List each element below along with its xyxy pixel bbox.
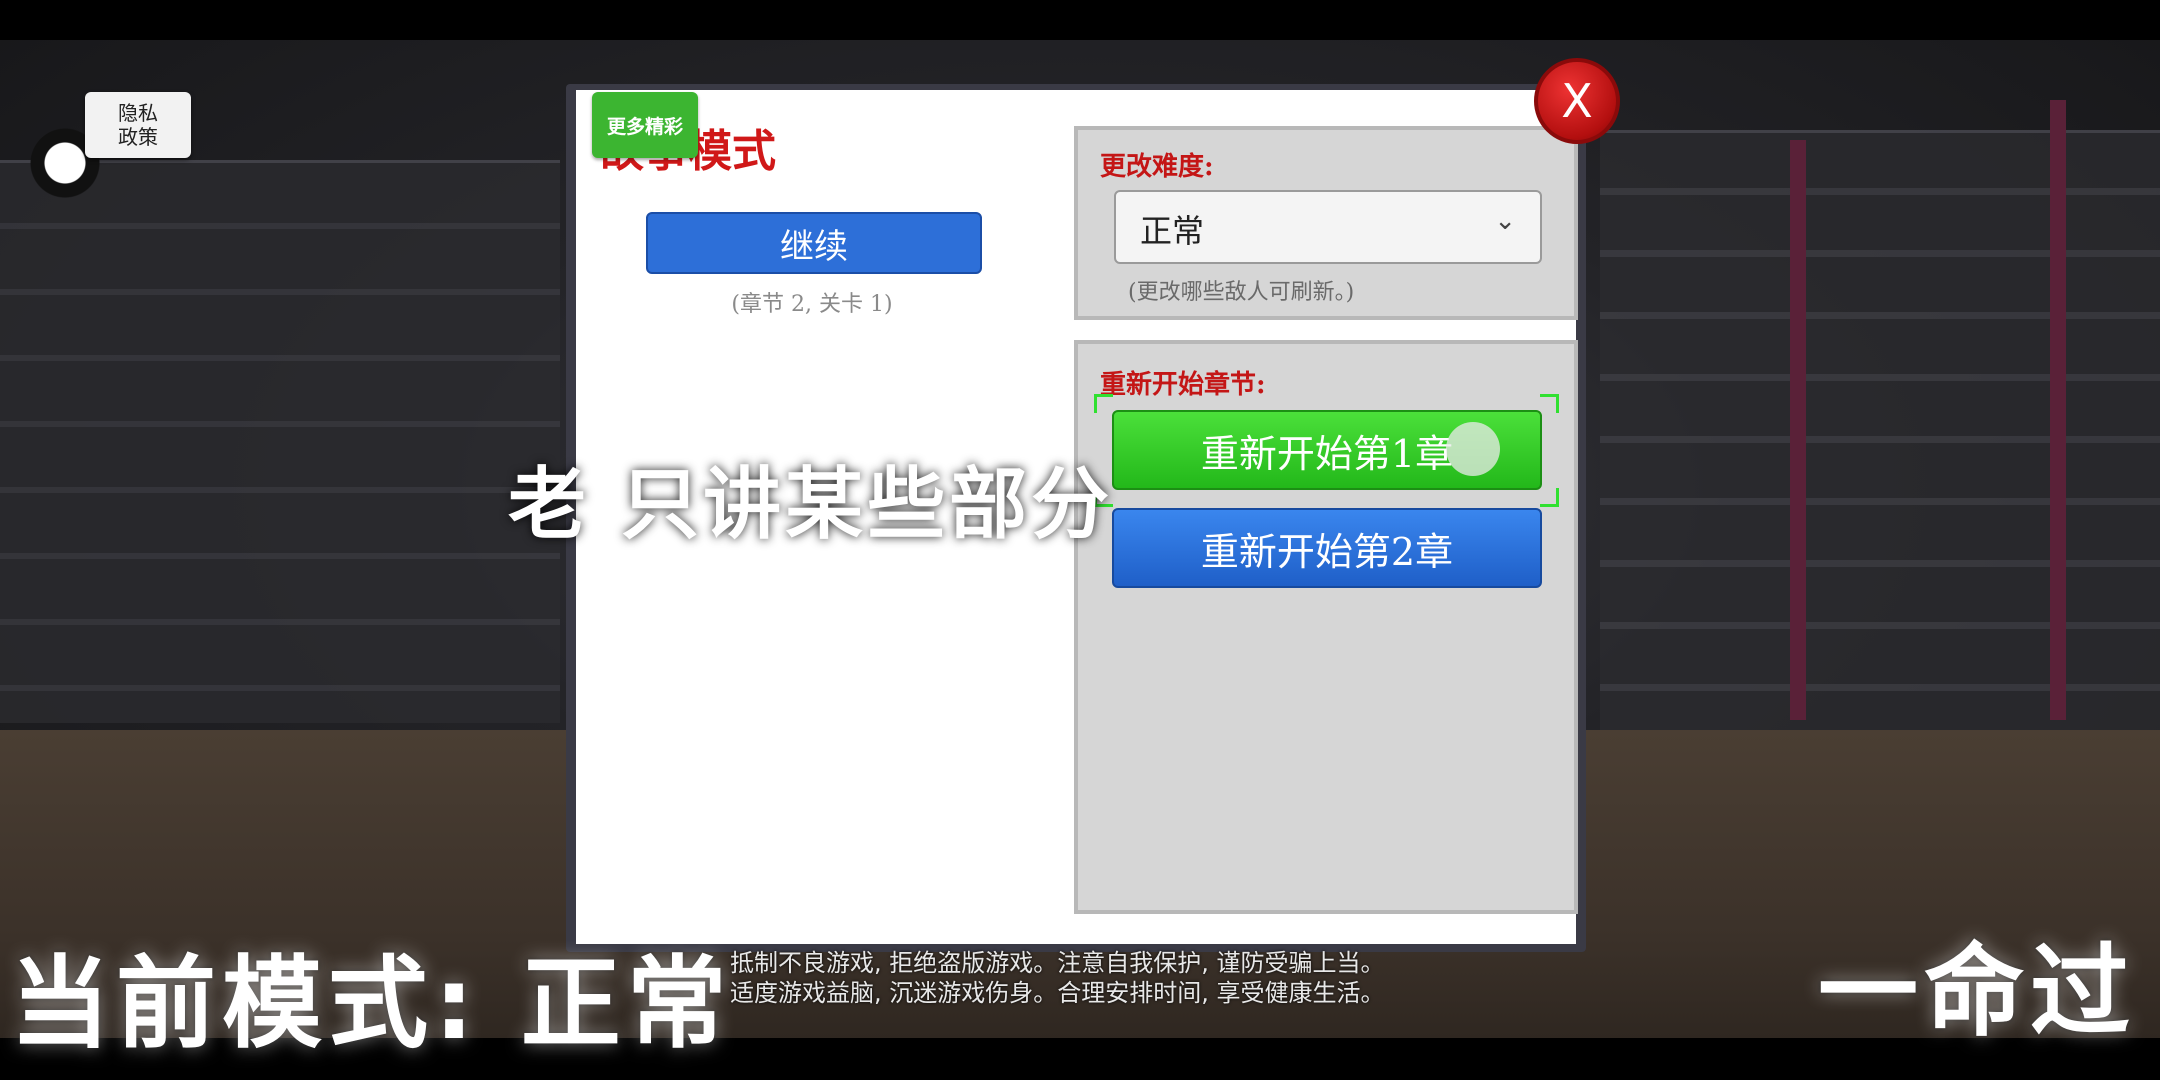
more-games-button[interactable]: 更多精彩: [592, 92, 698, 158]
progress-note: (章节 2, 关卡 1): [731, 292, 893, 317]
chevron-down-icon: ⌄: [1494, 206, 1516, 236]
left-shelves: [0, 160, 560, 723]
continue-button[interactable]: 继续: [646, 212, 982, 274]
difficulty-label: 更改难度:: [1100, 152, 1214, 182]
selection-corner: [1094, 394, 1113, 413]
right-shelves: [1600, 130, 2160, 733]
notice-line-2: 适度游戏益脑, 沉迷游戏伤身。合理安排时间, 享受健康生活。: [730, 979, 1385, 1007]
touch-indicator: [1446, 422, 1500, 476]
selection-corner: [1540, 488, 1559, 507]
privacy-label-line2: 政策: [118, 125, 158, 149]
privacy-label-line1: 隐私: [118, 101, 158, 125]
video-subtitle: 老 只讲某些部分: [508, 460, 1114, 550]
pillar: [2050, 100, 2066, 720]
difficulty-value: 正常: [1140, 212, 1205, 250]
difficulty-note: (更改哪些敌人可刷新。): [1128, 280, 1355, 305]
restart-chapter-2-button[interactable]: 重新开始第2章: [1112, 508, 1542, 588]
close-button[interactable]: X: [1534, 58, 1620, 144]
letterbox-top: [0, 0, 2160, 40]
difficulty-select[interactable]: 正常 ⌄: [1114, 190, 1542, 264]
pillar: [1790, 140, 1806, 720]
notice-line-1: 抵制不良游戏, 拒绝盗版游戏。注意自我保护, 谨防受骗上当。: [730, 949, 1385, 977]
current-mode-caption: 当前模式: 正常: [10, 945, 733, 1062]
privacy-policy-button[interactable]: 隐私 政策: [85, 92, 191, 158]
health-notice: 抵制不良游戏, 拒绝盗版游戏。注意自我保护, 谨防受骗上当。 适度游戏益脑, 沉…: [730, 948, 1385, 1008]
one-life-caption: 一命过: [1818, 933, 2136, 1050]
selection-corner: [1540, 394, 1559, 413]
restart-label: 重新开始章节:: [1100, 370, 1266, 400]
